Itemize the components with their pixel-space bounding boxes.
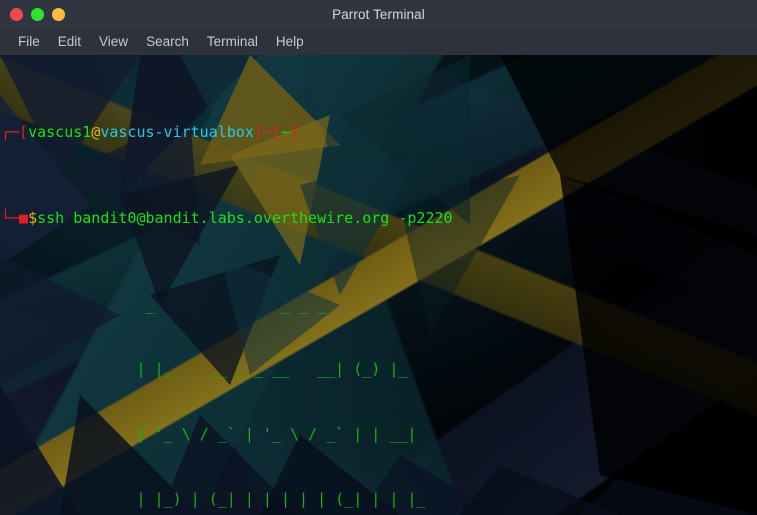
prompt-line-2: └─■$ssh bandit0@bandit.labs.overthewire.…: [1, 208, 757, 230]
minimize-button[interactable]: [31, 7, 44, 21]
menu-bar: File Edit View Search Terminal Help: [0, 28, 757, 55]
banner-ascii-line-3: | '_ \ / _` | '_ \ / _` | | __|: [1, 425, 417, 444]
menu-item-view[interactable]: View: [90, 28, 137, 55]
menu-item-search[interactable]: Search: [137, 28, 198, 55]
terminal-window: Parrot Terminal File Edit View Search Te…: [0, 0, 757, 515]
prompt-host: vascus-virtualbox: [100, 122, 254, 141]
prompt-decor-bottom: └─■: [1, 209, 29, 228]
prompt-line-1: ┌─[vascus1@vascus-virtualbox]─[~]: [1, 122, 757, 144]
menu-item-help[interactable]: Help: [267, 28, 313, 55]
terminal-screen[interactable]: ┌─[vascus1@vascus-virtualbox]─[~] └─■$ss…: [0, 55, 757, 515]
terminal-body[interactable]: ┌─[vascus1@vascus-virtualbox]─[~] └─■$ss…: [0, 55, 757, 515]
window-controls: [10, 0, 65, 28]
menu-item-file[interactable]: File: [9, 28, 49, 55]
window-title: Parrot Terminal: [332, 6, 425, 22]
banner-ascii-line-1: _ _ _ _: [1, 295, 354, 314]
maximize-button[interactable]: [52, 7, 65, 21]
menu-item-edit[interactable]: Edit: [49, 28, 90, 55]
prompt-dash: ─: [262, 122, 272, 141]
typed-command: ssh bandit0@bandit.labs.overthewire.org …: [37, 209, 453, 228]
prompt-at-symbol: @: [91, 122, 101, 141]
banner-ascii-line-2: | |__ __ _ _ __ __| (_) |_: [1, 360, 417, 379]
prompt-sigil: $: [28, 209, 38, 228]
close-button[interactable]: [10, 7, 23, 21]
prompt-decor-top: ┌─: [1, 122, 20, 141]
prompt-path-bracket-open: [: [271, 122, 281, 141]
prompt-path-bracket-close: ]: [290, 122, 300, 141]
banner-ascii-line-4: | |_) | (_| | | | | | (_| | | |_: [1, 489, 435, 508]
prompt-path: ~: [280, 122, 290, 141]
menu-item-terminal[interactable]: Terminal: [198, 28, 267, 55]
prompt-bracket-open: [: [19, 122, 29, 141]
prompt-user: vascus1: [28, 122, 92, 141]
title-bar: Parrot Terminal: [0, 0, 757, 28]
prompt-bracket-close: ]: [253, 122, 263, 141]
